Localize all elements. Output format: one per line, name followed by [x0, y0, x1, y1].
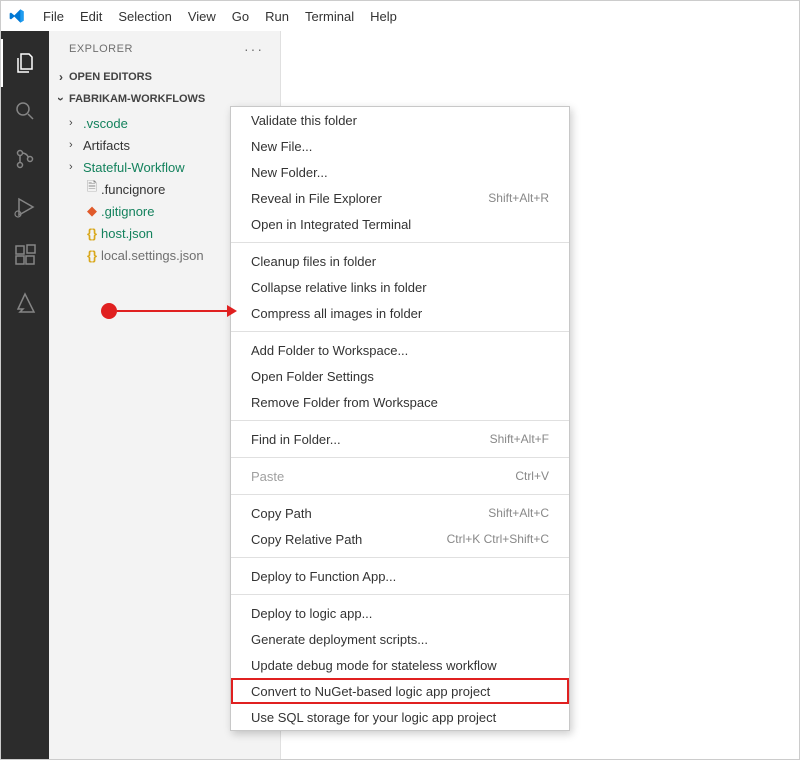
context-menu-shortcut: Shift+Alt+F: [490, 432, 549, 446]
context-menu-label: Remove Folder from Workspace: [251, 395, 438, 410]
context-menu-item[interactable]: Use SQL storage for your logic app proje…: [231, 704, 569, 730]
context-menu-label: Reveal in File Explorer: [251, 191, 382, 206]
activity-extensions[interactable]: [1, 231, 49, 279]
chevron-right-icon: ›: [69, 161, 83, 173]
context-menu-item[interactable]: Deploy to logic app...: [231, 600, 569, 626]
context-menu-item[interactable]: Convert to NuGet-based logic app project: [231, 678, 569, 704]
context-menu-label: Compress all images in folder: [251, 306, 422, 321]
menu-edit[interactable]: Edit: [72, 5, 110, 28]
context-menu-label: Copy Relative Path: [251, 532, 362, 547]
menubar: File Edit Selection View Go Run Terminal…: [1, 1, 799, 31]
context-menu: Validate this folder New File... New Folde…: [230, 106, 570, 731]
context-menu-item[interactable]: Open in Integrated Terminal: [231, 211, 569, 237]
context-menu-item: Paste Ctrl+V: [231, 463, 569, 489]
activity-bar: [1, 31, 49, 759]
files-icon: [13, 51, 37, 75]
context-menu-label: Validate this folder: [251, 113, 357, 128]
context-menu-item[interactable]: New Folder...: [231, 159, 569, 185]
context-menu-shortcut: Shift+Alt+R: [488, 191, 549, 205]
menu-go[interactable]: Go: [224, 5, 257, 28]
menu-view[interactable]: View: [180, 5, 224, 28]
activity-source-control[interactable]: [1, 135, 49, 183]
context-menu-label: Generate deployment scripts...: [251, 632, 428, 647]
vscode-logo-icon: [9, 8, 25, 24]
search-icon: [13, 99, 37, 123]
source-control-icon: [13, 147, 37, 171]
menu-help[interactable]: Help: [362, 5, 405, 28]
context-menu-item[interactable]: Deploy to Function App...: [231, 563, 569, 589]
json-icon: {}: [83, 248, 101, 263]
document-icon: 🗎: [83, 178, 101, 200]
chevron-down-icon: ›: [54, 91, 68, 107]
context-menu-separator: [231, 457, 569, 458]
open-editors-section[interactable]: › OPEN EDITORS: [49, 66, 280, 88]
context-menu-label: Convert to NuGet-based logic app project: [251, 684, 490, 699]
activity-azure[interactable]: [1, 279, 49, 327]
menu-file[interactable]: File: [35, 5, 72, 28]
activity-run-debug[interactable]: [1, 183, 49, 231]
chevron-right-icon: ›: [69, 117, 83, 129]
context-menu-item[interactable]: Open Folder Settings: [231, 363, 569, 389]
git-icon: ◆: [83, 203, 101, 219]
context-menu-item[interactable]: Add Folder to Workspace...: [231, 337, 569, 363]
context-menu-item[interactable]: New File...: [231, 133, 569, 159]
json-icon: {}: [83, 226, 101, 241]
context-menu-separator: [231, 331, 569, 332]
context-menu-item[interactable]: Find in Folder... Shift+Alt+F: [231, 426, 569, 452]
context-menu-label: Open Folder Settings: [251, 369, 374, 384]
context-menu-shortcut: Shift+Alt+C: [488, 506, 549, 520]
explorer-more-icon[interactable]: ···: [244, 41, 264, 57]
activity-search[interactable]: [1, 87, 49, 135]
context-menu-label: Deploy to logic app...: [251, 606, 372, 621]
context-menu-label: Open in Integrated Terminal: [251, 217, 411, 232]
context-menu-separator: [231, 420, 569, 421]
context-menu-item[interactable]: Remove Folder from Workspace: [231, 389, 569, 415]
context-menu-label: Collapse relative links in folder: [251, 280, 427, 295]
context-menu-separator: [231, 242, 569, 243]
context-menu-label: Use SQL storage for your logic app proje…: [251, 710, 496, 725]
context-menu-item[interactable]: Update debug mode for stateless workflow: [231, 652, 569, 678]
context-menu-separator: [231, 557, 569, 558]
chevron-right-icon: ›: [69, 139, 83, 151]
context-menu-shortcut: Ctrl+V: [515, 469, 549, 483]
context-menu-label: Add Folder to Workspace...: [251, 343, 408, 358]
menu-run[interactable]: Run: [257, 5, 297, 28]
context-menu-shortcut: Ctrl+K Ctrl+Shift+C: [447, 532, 549, 546]
context-menu-label: Deploy to Function App...: [251, 569, 396, 584]
context-menu-label: New Folder...: [251, 165, 328, 180]
context-menu-item[interactable]: Compress all images in folder: [231, 300, 569, 326]
context-menu-label: Update debug mode for stateless workflow: [251, 658, 497, 673]
context-menu-label: Cleanup files in folder: [251, 254, 376, 269]
annotation-arrow: [101, 303, 237, 319]
menu-selection[interactable]: Selection: [110, 5, 179, 28]
context-menu-item[interactable]: Validate this folder: [231, 107, 569, 133]
chevron-right-icon: ›: [53, 70, 69, 84]
azure-icon: [13, 291, 37, 315]
context-menu-label: Find in Folder...: [251, 432, 341, 447]
menu-terminal[interactable]: Terminal: [297, 5, 362, 28]
context-menu-label: Copy Path: [251, 506, 312, 521]
context-menu-item[interactable]: Copy Relative Path Ctrl+K Ctrl+Shift+C: [231, 526, 569, 552]
context-menu-item[interactable]: Generate deployment scripts...: [231, 626, 569, 652]
extensions-icon: [13, 243, 37, 267]
context-menu-separator: [231, 594, 569, 595]
context-menu-item[interactable]: Cleanup files in folder: [231, 248, 569, 274]
context-menu-item[interactable]: Collapse relative links in folder: [231, 274, 569, 300]
context-menu-item[interactable]: Copy Path Shift+Alt+C: [231, 500, 569, 526]
context-menu-label: Paste: [251, 469, 284, 484]
context-menu-item[interactable]: Reveal in File Explorer Shift+Alt+R: [231, 185, 569, 211]
explorer-title: EXPLORER: [69, 43, 133, 55]
context-menu-separator: [231, 494, 569, 495]
context-menu-label: New File...: [251, 139, 312, 154]
debug-icon: [13, 195, 37, 219]
activity-explorer[interactable]: [1, 39, 49, 87]
